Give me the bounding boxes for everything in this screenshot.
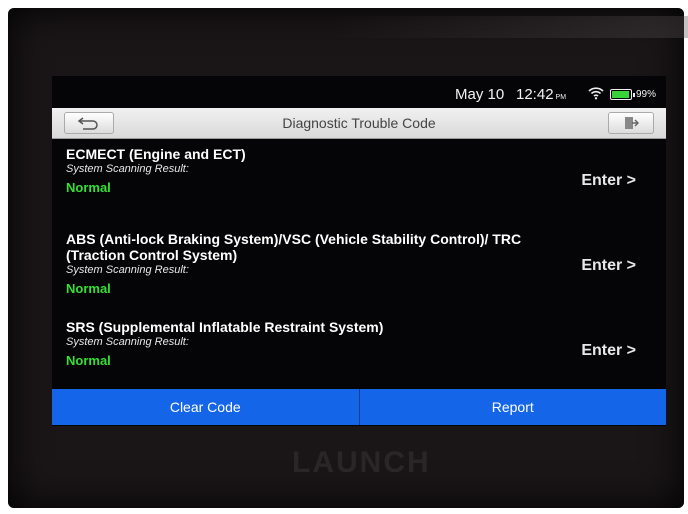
battery-icon	[610, 89, 635, 100]
enter-button[interactable]: Enter >	[581, 257, 636, 275]
system-name: SRS (Supplemental Inflatable Restraint S…	[66, 319, 384, 335]
system-item[interactable]: ABS (Anti-lock Braking System)/VSC (Vehi…	[66, 231, 526, 296]
system-name: ABS (Anti-lock Braking System)/VSC (Vehi…	[66, 231, 522, 263]
status-ampm: PM	[555, 94, 567, 101]
action-bar: Clear Code Report	[52, 389, 666, 425]
page-title: Diagnostic Trouble Code	[282, 115, 436, 131]
status-date: May 10	[455, 86, 505, 103]
battery-percent: 99%	[636, 89, 657, 100]
exit-button[interactable]	[608, 112, 654, 134]
system-status: Normal	[66, 180, 111, 195]
enter-button[interactable]: Enter >	[581, 342, 636, 360]
enter-button[interactable]: Enter >	[581, 172, 636, 190]
brand-logo: LAUNCH	[292, 446, 431, 479]
status-time-value: 12:42	[516, 86, 554, 103]
report-button[interactable]: Report	[358, 389, 666, 425]
clear-code-button[interactable]: Clear Code	[52, 389, 359, 425]
screen: May 10 12:42 PM 99% Diagnostic Trouble Co…	[52, 76, 666, 426]
system-result-label: System Scanning Result:	[66, 336, 189, 348]
status-bar: May 10 12:42 PM 99%	[52, 76, 666, 112]
system-result-label: System Scanning Result:	[66, 163, 189, 175]
system-status: Normal	[66, 353, 111, 368]
system-result-label: System Scanning Result:	[66, 264, 189, 276]
screen-glare	[328, 16, 688, 38]
system-item[interactable]: SRS (Supplemental Inflatable Restraint S…	[66, 319, 526, 368]
exit-icon	[625, 117, 639, 129]
wifi-icon	[588, 86, 604, 105]
title-bar: Diagnostic Trouble Code	[52, 108, 666, 139]
system-name: ECMECT (Engine and ECT)	[66, 146, 246, 162]
status-time: 12:42 PM	[516, 86, 566, 103]
system-status: Normal	[66, 281, 111, 296]
system-item[interactable]: ECMECT (Engine and ECT) System Scanning …	[66, 146, 526, 195]
